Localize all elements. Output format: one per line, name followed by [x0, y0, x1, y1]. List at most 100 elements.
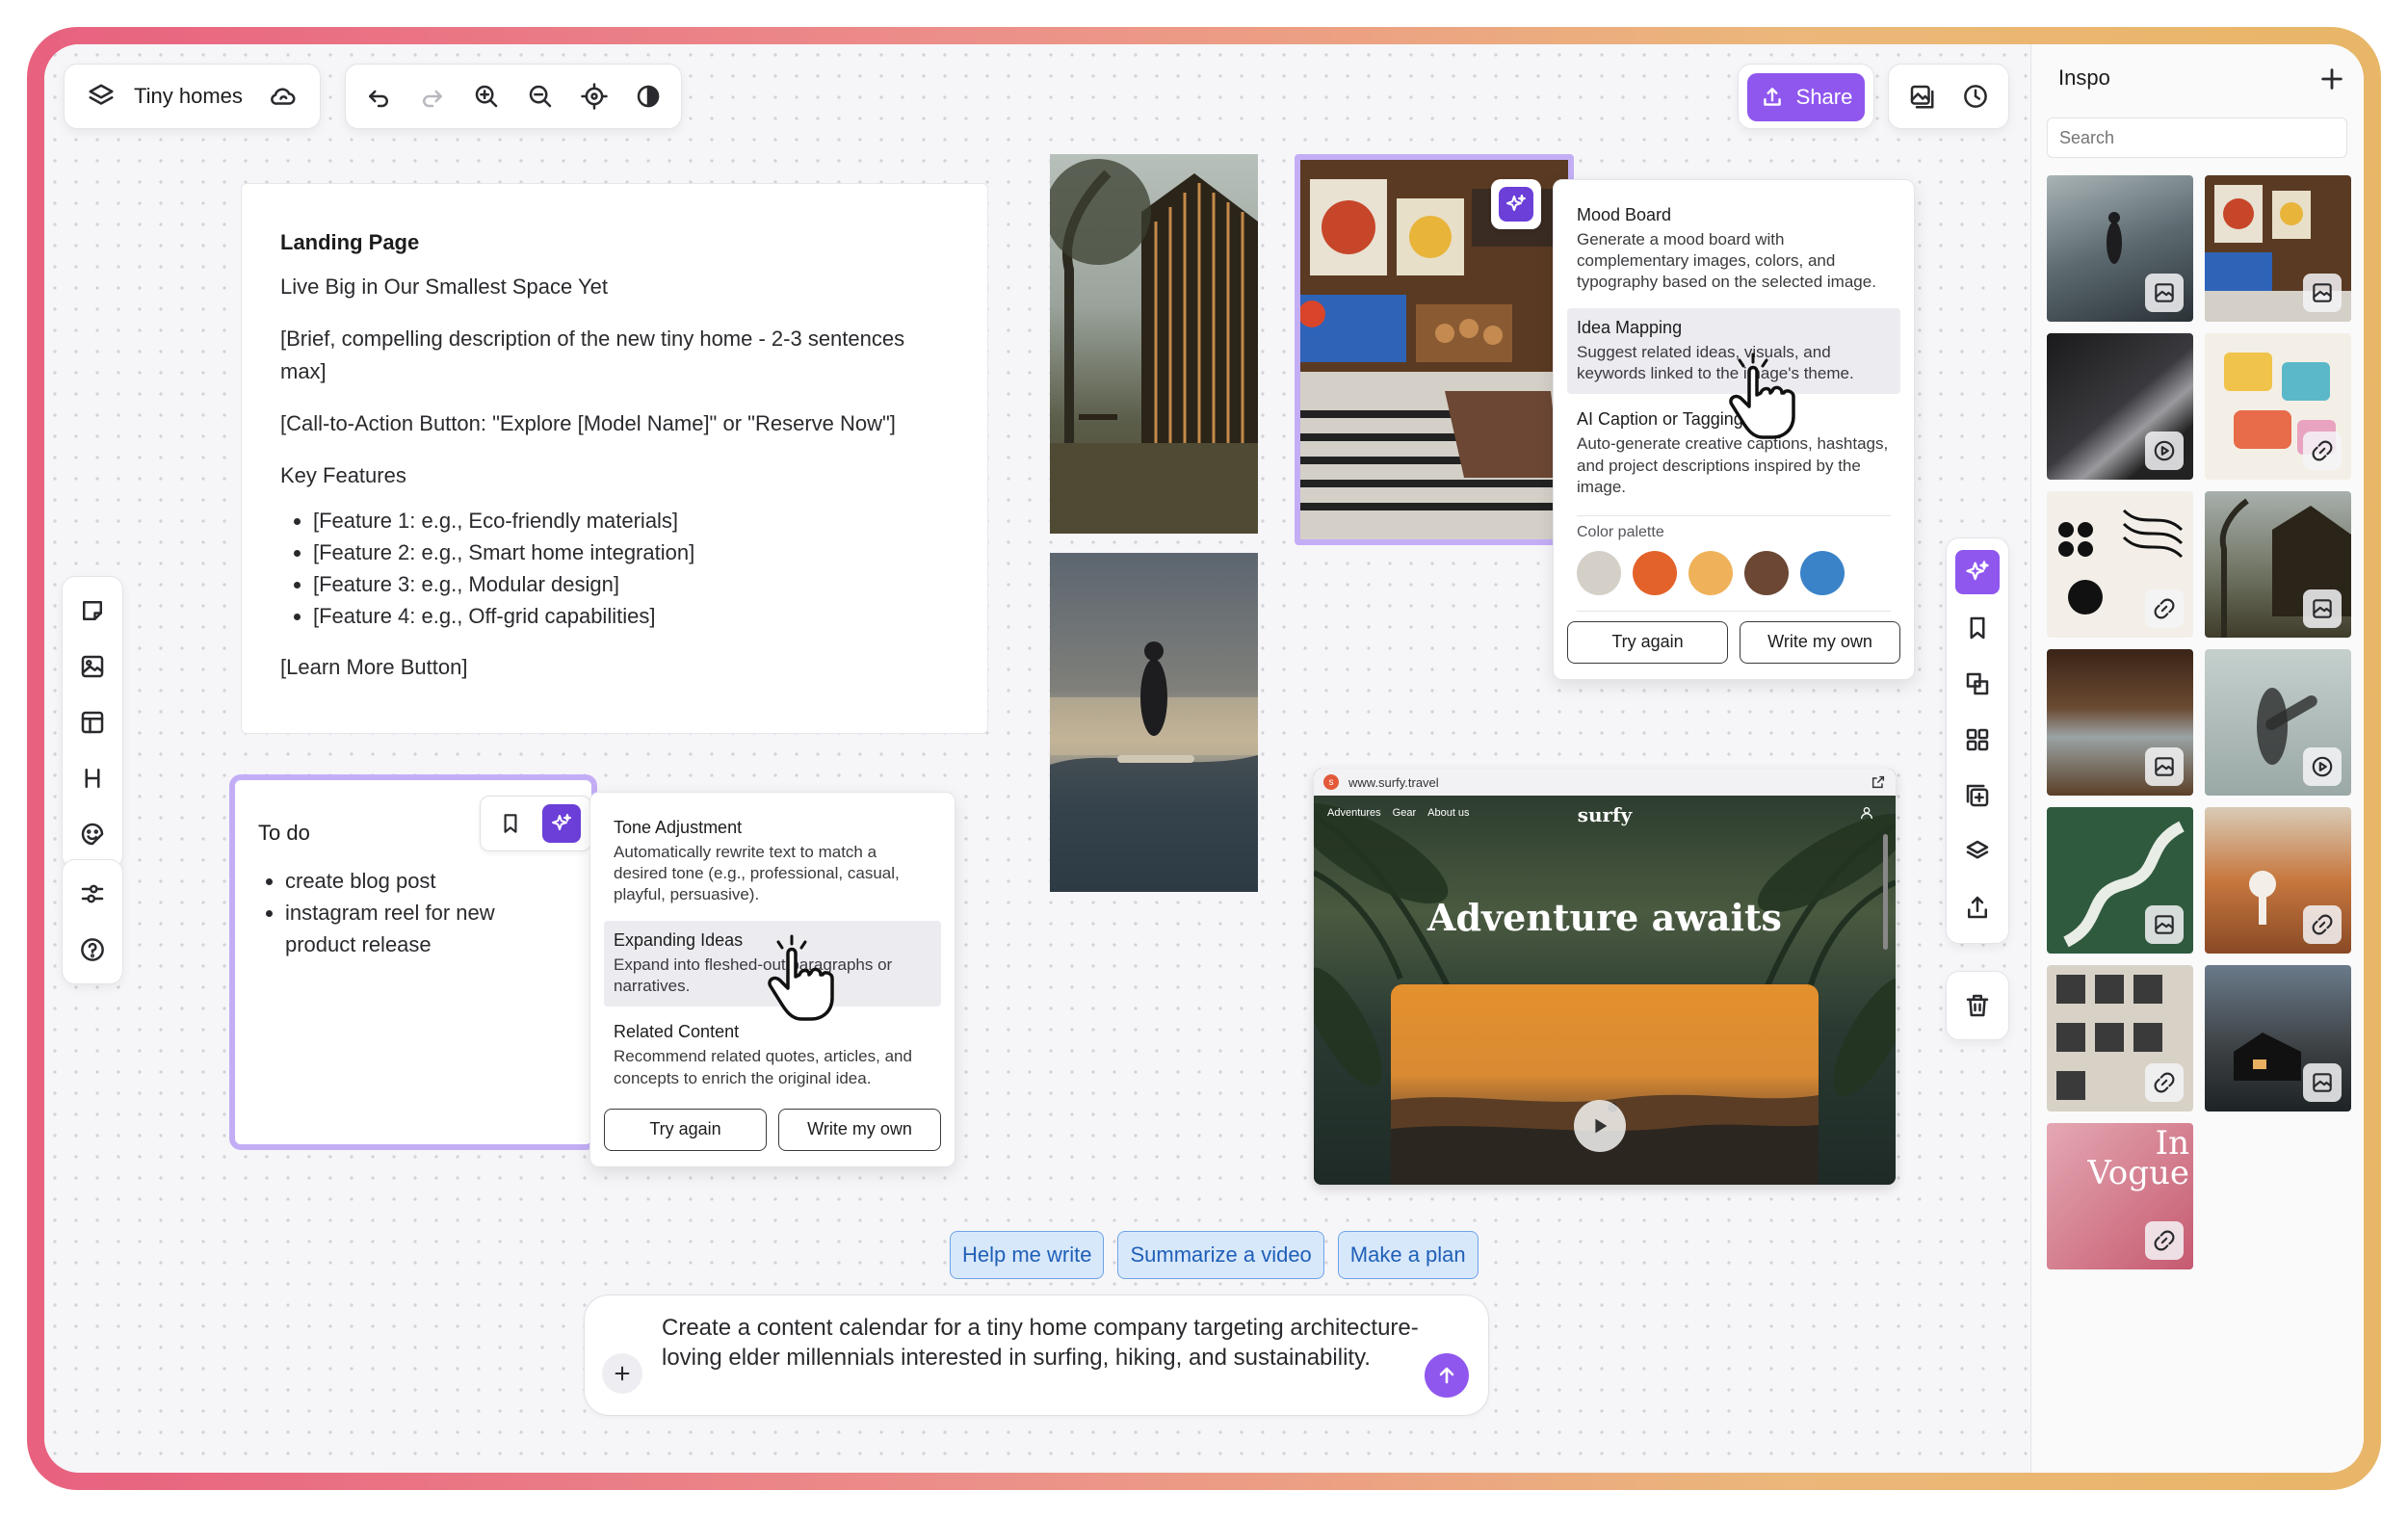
prompt-input[interactable]: Create a content calendar for a tiny hom… — [662, 1313, 1423, 1373]
link-icon — [2154, 598, 2175, 619]
inspo-thumb[interactable] — [2205, 333, 2351, 480]
todo-actions — [480, 796, 591, 851]
chip-make-plan[interactable]: Make a plan — [1337, 1231, 1479, 1279]
inspo-thumb[interactable] — [2047, 807, 2193, 954]
sticky-note-icon[interactable] — [65, 583, 119, 639]
link-icon — [2154, 1230, 2175, 1251]
sparkle-icon — [551, 814, 571, 830]
try-again-button[interactable]: Try again — [1567, 620, 1728, 664]
history-icon[interactable] — [1949, 69, 2002, 123]
sparkle-icon — [1966, 561, 1989, 581]
video-badge — [2303, 747, 2342, 786]
layout-icon[interactable] — [65, 694, 119, 750]
todo-list: create blog post instagram reel for new … — [285, 865, 568, 960]
ai-option-title: Tone Adjustment — [614, 818, 743, 837]
inspo-thumb[interactable] — [2205, 807, 2351, 954]
write-my-own-button[interactable]: Write my own — [778, 1108, 941, 1151]
ai-option-title: Mood Board — [1577, 205, 1672, 224]
undo-icon[interactable] — [352, 69, 406, 123]
image-badge — [2145, 747, 2184, 786]
image-icon — [2155, 283, 2174, 302]
sticker-icon[interactable] — [65, 806, 119, 862]
try-again-button[interactable]: Try again — [604, 1108, 767, 1151]
website-embed[interactable]: s www.surfy.travel Adventures Gear About… — [1314, 769, 1896, 1185]
duplicate-icon[interactable] — [1950, 656, 2004, 712]
inspo-thumb[interactable] — [2047, 965, 2193, 1112]
link-icon — [2312, 440, 2333, 461]
image-badge — [2303, 1063, 2342, 1102]
ai-option-tone-adjustment[interactable]: Tone Adjustment Automatically rewrite te… — [604, 808, 941, 915]
zoom-out-icon[interactable] — [513, 69, 567, 123]
ai-option-related-content[interactable]: Related Content Recommend related quotes… — [604, 1012, 941, 1098]
layers-icon[interactable] — [1950, 824, 2004, 879]
ai-option-mood-board[interactable]: Mood Board Generate a mood board with co… — [1567, 196, 1900, 302]
external-link-icon[interactable] — [1871, 774, 1886, 790]
favicon-icon: s — [1323, 774, 1339, 790]
cloud-sync-icon[interactable] — [256, 69, 310, 123]
video-thumbnail[interactable] — [1391, 984, 1819, 1185]
ai-option-title: Idea Mapping — [1577, 318, 1683, 338]
help-icon[interactable] — [65, 922, 119, 978]
inspo-search-input[interactable] — [2047, 118, 2347, 158]
ai-option-desc: Automatically rewrite text to match a de… — [614, 843, 900, 904]
inspo-thumb[interactable] — [2205, 491, 2351, 638]
inspo-thumb[interactable] — [2047, 175, 2193, 322]
send-button[interactable] — [1425, 1353, 1469, 1398]
embed-scrollbar[interactable] — [1883, 834, 1888, 950]
recenter-icon[interactable] — [567, 69, 621, 123]
play-icon — [1595, 1118, 1608, 1134]
cabin-photo[interactable] — [1050, 154, 1258, 534]
color-swatch[interactable] — [1688, 550, 1733, 595]
contrast-icon[interactable] — [621, 69, 675, 123]
chip-summarize-video[interactable]: Summarize a video — [1117, 1231, 1324, 1279]
inspo-thumb[interactable] — [2047, 491, 2193, 638]
bookmark-icon[interactable] — [1950, 600, 2004, 656]
share-button[interactable]: Share — [1747, 73, 1865, 121]
ai-sparkle-button[interactable] — [1955, 550, 2000, 594]
image-icon[interactable] — [65, 639, 119, 694]
redo-icon[interactable] — [406, 69, 459, 123]
layers-icon[interactable] — [74, 69, 128, 123]
play-button[interactable] — [1574, 1100, 1626, 1152]
doc-cta: [Call-to-Action Button: "Explore [Model … — [280, 411, 896, 436]
inspo-thumb[interactable] — [2205, 649, 2351, 796]
gallery-icon[interactable] — [1895, 69, 1949, 123]
play-icon — [2312, 756, 2333, 777]
sliders-icon[interactable] — [65, 866, 119, 922]
inspo-thumb[interactable]: In Vogue — [2047, 1123, 2193, 1269]
color-swatch[interactable] — [1744, 550, 1789, 595]
ai-sparkle-button[interactable] — [541, 804, 581, 843]
inspo-thumb[interactable] — [2205, 965, 2351, 1112]
image-ai-sparkle-button[interactable] — [1491, 179, 1541, 229]
zoom-in-icon[interactable] — [459, 69, 513, 123]
surfer-photo[interactable] — [1050, 553, 1258, 892]
chip-help-me-write[interactable]: Help me write — [950, 1231, 1105, 1279]
inspo-thumb[interactable] — [2047, 649, 2193, 796]
bookmark-icon[interactable] — [491, 804, 530, 843]
heading-icon[interactable] — [65, 750, 119, 806]
board-title[interactable]: Tiny homes — [134, 84, 243, 109]
landing-page-doc[interactable]: Landing Page Live Big in Our Smallest Sp… — [241, 183, 988, 734]
ai-option-desc: Auto-generate creative captions, hashtag… — [1577, 434, 1889, 496]
inspo-thumb[interactable] — [2205, 175, 2351, 322]
video-badge — [2145, 432, 2184, 470]
prompt-box[interactable]: Create a content calendar for a tiny hom… — [584, 1295, 1489, 1416]
divider — [1577, 610, 1891, 612]
add-frame-icon[interactable] — [1950, 768, 2004, 824]
doc-tagline: Live Big in Our Smallest Space Yet — [280, 275, 608, 300]
inspo-thumb[interactable] — [2047, 333, 2193, 480]
inspo-add-button[interactable] — [2313, 60, 2351, 98]
right-tool-rail — [1946, 537, 2009, 944]
image-icon — [2155, 915, 2174, 934]
color-swatch[interactable] — [1633, 550, 1677, 595]
add-attachment-button[interactable] — [602, 1353, 642, 1394]
color-swatch[interactable] — [1800, 550, 1845, 595]
user-icon[interactable] — [1859, 805, 1874, 821]
whiteboard-canvas[interactable]: Tiny homes Share Landing Page Live Big i… — [44, 44, 2030, 1473]
trash-icon[interactable] — [1950, 979, 2004, 1033]
export-icon[interactable] — [1950, 879, 2004, 935]
browser-url: www.surfy.travel — [1348, 774, 1439, 790]
grid-icon[interactable] — [1950, 712, 2004, 768]
write-my-own-button[interactable]: Write my own — [1740, 620, 1900, 664]
color-swatch[interactable] — [1577, 550, 1621, 595]
